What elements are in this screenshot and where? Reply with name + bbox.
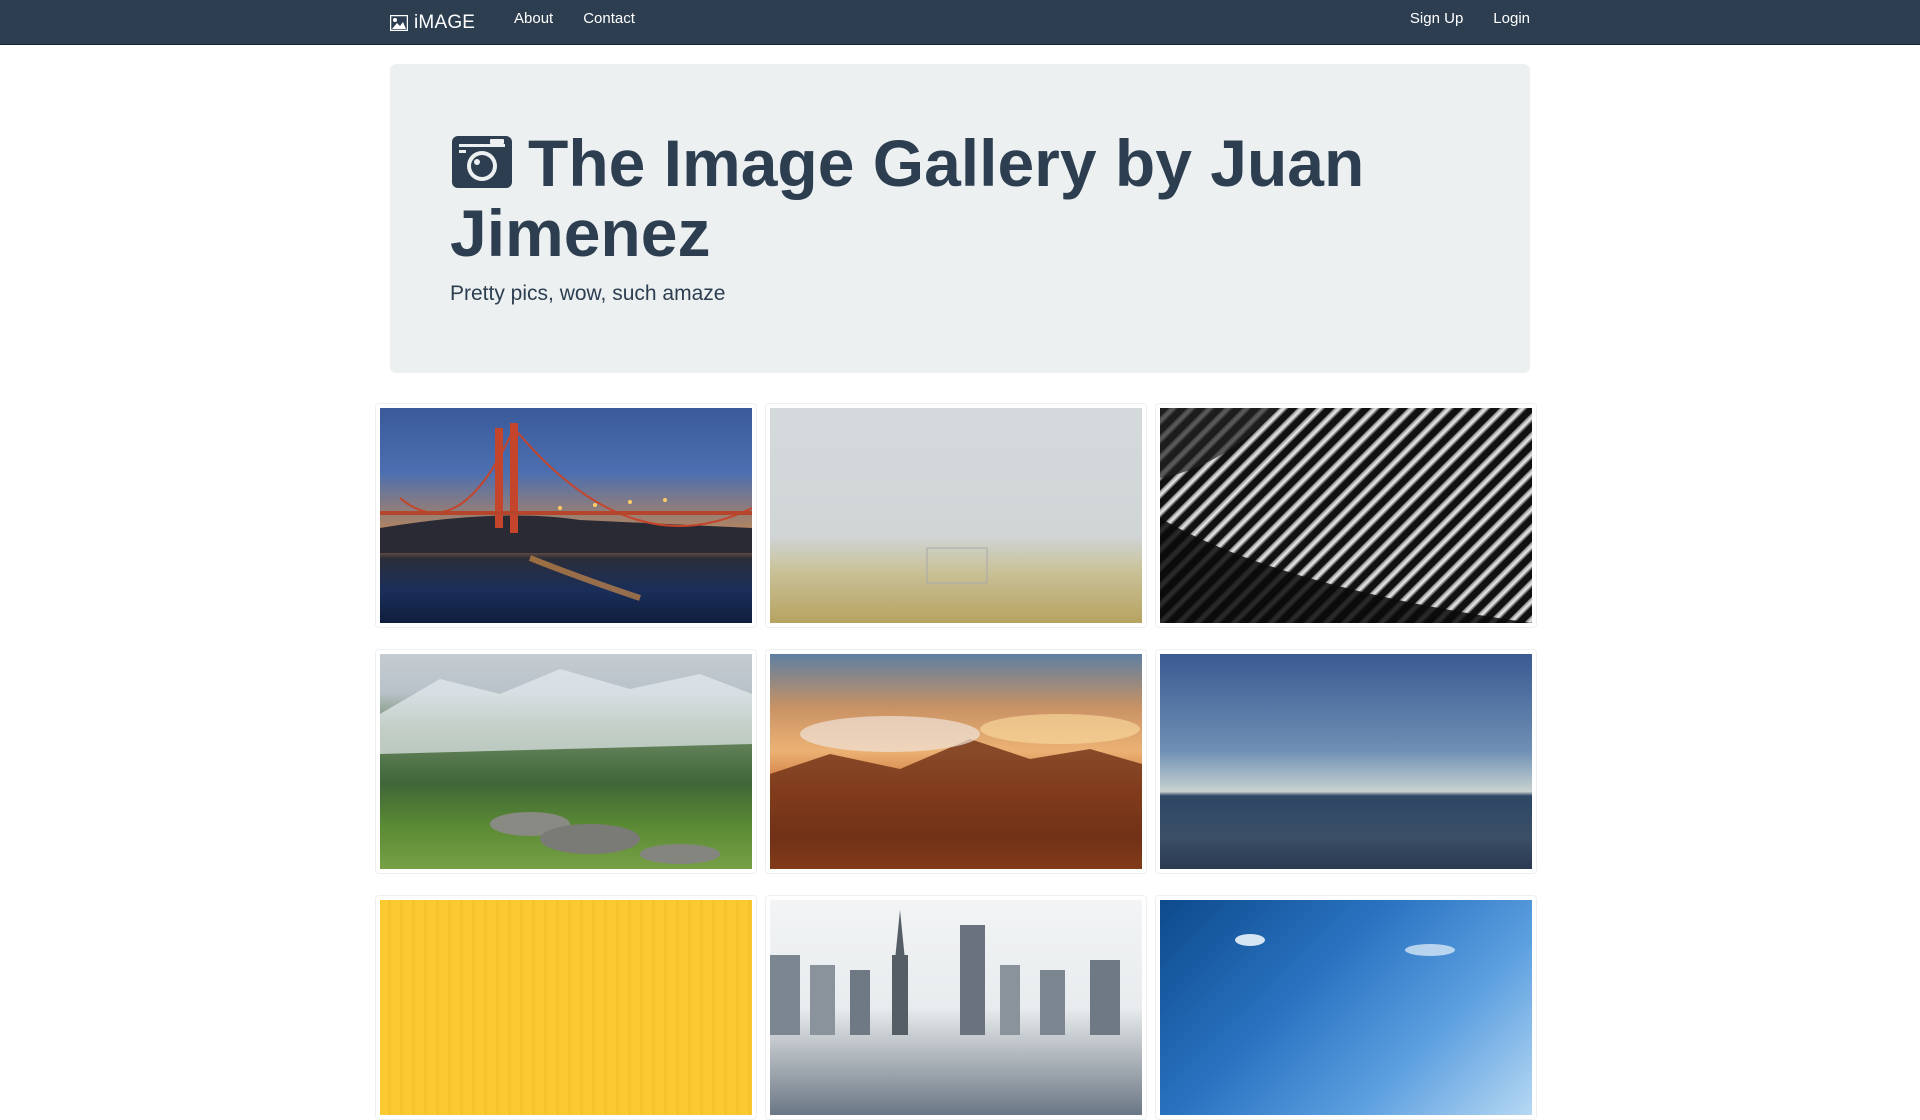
page-subtitle: Pretty pics, wow, such amaze bbox=[450, 282, 726, 305]
nav-link-contact[interactable]: Contact bbox=[568, 0, 650, 45]
nav-link-sign-up[interactable]: Sign Up bbox=[1395, 0, 1478, 45]
city-illustration bbox=[770, 910, 1120, 1035]
gallery-thumbnail[interactable] bbox=[375, 649, 757, 874]
gallery-thumbnail[interactable] bbox=[375, 403, 757, 628]
gallery-image bbox=[380, 900, 752, 1115]
page-title: The Image Gallery by Juan Jimenez bbox=[450, 128, 1450, 268]
gallery-thumbnail[interactable] bbox=[375, 895, 757, 1120]
gallery-image bbox=[770, 900, 1142, 1115]
brand-link[interactable]: iMAGE bbox=[390, 0, 475, 45]
gallery-image bbox=[770, 654, 1142, 869]
gallery-image bbox=[1160, 900, 1532, 1115]
gallery-thumbnail[interactable] bbox=[765, 895, 1147, 1120]
gallery-thumbnail[interactable] bbox=[1155, 649, 1537, 874]
gallery-image bbox=[770, 408, 1142, 623]
nav-link-login[interactable]: Login bbox=[1478, 0, 1530, 45]
brand-label: iMAGE bbox=[414, 11, 476, 33]
gallery-image bbox=[380, 408, 752, 623]
gallery-image bbox=[1160, 654, 1532, 869]
gallery-thumbnail[interactable] bbox=[765, 649, 1147, 874]
sunset-illustration bbox=[770, 714, 1142, 869]
picture-icon bbox=[390, 14, 408, 31]
mountain-illustration bbox=[380, 669, 752, 864]
jumbotron: The Image Gallery by Juan Jimenez Pretty… bbox=[390, 64, 1530, 373]
gallery-thumbnail[interactable] bbox=[1155, 403, 1537, 628]
page-title-text: The Image Gallery by Juan Jimenez bbox=[450, 126, 1365, 270]
nav-link-about[interactable]: About bbox=[499, 0, 568, 45]
goal-illustration bbox=[926, 547, 988, 584]
bridge-illustration bbox=[380, 423, 752, 601]
navbar-container: iMAGE About Contact Sign Up Login bbox=[390, 0, 1530, 45]
gallery-image bbox=[380, 654, 752, 869]
gallery-thumbnail[interactable] bbox=[1155, 895, 1537, 1120]
nav-left-links: About Contact bbox=[499, 0, 650, 45]
sky-illustration bbox=[1235, 934, 1455, 956]
gallery-thumbnail[interactable] bbox=[765, 403, 1147, 628]
arch-illustration bbox=[1160, 408, 1532, 623]
nav-right-links: Sign Up Login bbox=[1395, 0, 1530, 45]
top-navbar: iMAGE About Contact Sign Up Login bbox=[0, 0, 1920, 45]
gallery-image bbox=[1160, 408, 1532, 623]
camera-icon bbox=[452, 136, 512, 188]
